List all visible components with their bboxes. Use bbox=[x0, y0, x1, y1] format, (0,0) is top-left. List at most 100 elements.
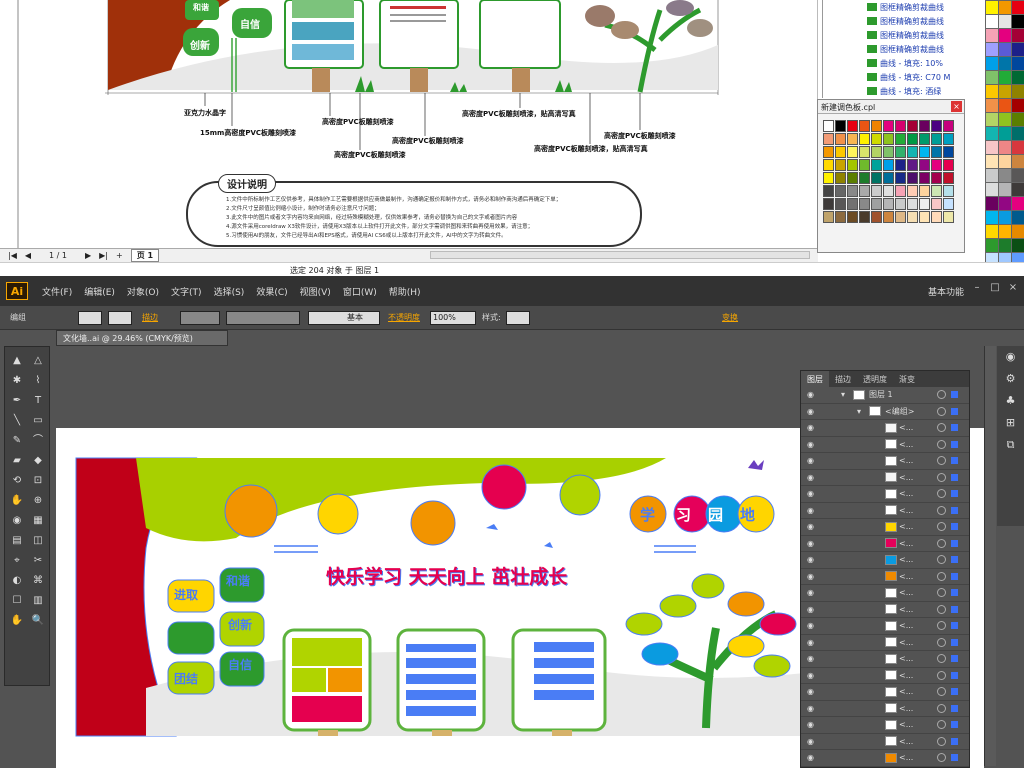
palette-swatch[interactable] bbox=[859, 185, 870, 197]
target-icon[interactable] bbox=[937, 604, 946, 614]
eye-icon[interactable]: ◉ bbox=[807, 522, 817, 531]
target-icon[interactable] bbox=[937, 571, 946, 581]
stroke-weight-field[interactable] bbox=[180, 311, 220, 325]
palette-swatch[interactable] bbox=[859, 172, 870, 184]
layer-item-row[interactable]: ◉ <... bbox=[801, 503, 969, 519]
next-page-button[interactable]: ▶ bbox=[85, 251, 91, 260]
palette-swatch[interactable] bbox=[919, 159, 930, 171]
layer-item-row[interactable]: ◉ <... bbox=[801, 750, 969, 767]
target-icon[interactable] bbox=[937, 720, 946, 730]
palette-swatch[interactable] bbox=[871, 159, 882, 171]
tool-button-19[interactable]: ◫ bbox=[28, 531, 48, 550]
color-swatch[interactable] bbox=[1012, 113, 1024, 126]
palette-swatch[interactable] bbox=[907, 120, 918, 132]
palette-swatch[interactable] bbox=[883, 146, 894, 158]
tool-button-22[interactable]: ◐ bbox=[7, 571, 27, 590]
fill-picker[interactable] bbox=[78, 311, 102, 325]
color-swatch[interactable] bbox=[1012, 211, 1024, 224]
tool-button-26[interactable]: ✋ bbox=[7, 611, 27, 630]
palette-swatch[interactable] bbox=[919, 211, 930, 223]
tool-button-8[interactable]: ✎ bbox=[7, 431, 27, 450]
selection-indicator[interactable] bbox=[951, 704, 958, 712]
palette-swatch[interactable] bbox=[883, 159, 894, 171]
target-icon[interactable] bbox=[937, 489, 946, 499]
brush-style-select[interactable]: 基本 bbox=[308, 311, 380, 325]
palette-swatch[interactable] bbox=[907, 172, 918, 184]
color-swatch[interactable] bbox=[999, 57, 1011, 70]
color-swatch[interactable] bbox=[999, 71, 1011, 84]
eye-icon[interactable]: ◉ bbox=[807, 671, 817, 680]
selection-indicator[interactable] bbox=[951, 440, 958, 448]
palette-swatch[interactable] bbox=[835, 159, 846, 171]
menu-file[interactable]: 文件(F) bbox=[36, 285, 78, 298]
layer-item-row[interactable]: ◉ <... bbox=[801, 552, 969, 569]
tool-button-4[interactable]: ✒ bbox=[7, 391, 27, 410]
graphic-style-picker[interactable] bbox=[506, 311, 530, 325]
tool-button-11[interactable]: ◆ bbox=[28, 451, 48, 470]
layer-item-row[interactable]: ◉ <... bbox=[801, 618, 969, 635]
object-row[interactable]: 图框精确剪裁曲线 bbox=[823, 42, 982, 56]
tool-button-17[interactable]: ▦ bbox=[28, 511, 48, 530]
eye-icon[interactable]: ◉ bbox=[807, 555, 817, 564]
color-swatch[interactable] bbox=[999, 99, 1011, 112]
object-row[interactable]: 曲线 - 填充: 10% bbox=[823, 56, 982, 70]
target-icon[interactable] bbox=[937, 439, 946, 449]
color-swatch[interactable] bbox=[1012, 15, 1024, 28]
palette-swatch[interactable] bbox=[943, 146, 954, 158]
layer-item-row[interactable]: ◉ <... bbox=[801, 486, 969, 503]
tool-button-0[interactable]: ▲ bbox=[7, 351, 27, 370]
expand-icon[interactable]: ▾ bbox=[841, 390, 845, 399]
color-swatch[interactable] bbox=[999, 169, 1011, 182]
color-swatch[interactable] bbox=[986, 57, 998, 70]
eye-icon[interactable]: ◉ bbox=[807, 440, 817, 449]
layer-item-row[interactable]: ◉ <... bbox=[801, 651, 969, 668]
object-row[interactable]: 图框精确剪裁曲线 bbox=[823, 14, 982, 28]
palette-swatch[interactable] bbox=[823, 185, 834, 197]
tool-button-27[interactable]: 🔍 bbox=[28, 611, 48, 630]
layer-item-row[interactable]: ◉ <... bbox=[801, 602, 969, 618]
selection-indicator[interactable] bbox=[951, 556, 958, 564]
palette-swatch[interactable] bbox=[835, 211, 846, 223]
color-swatch[interactable] bbox=[999, 141, 1011, 154]
palette-swatch[interactable] bbox=[931, 198, 942, 210]
palette-swatch[interactable] bbox=[883, 172, 894, 184]
palette-swatch[interactable] bbox=[931, 172, 942, 184]
color-swatch[interactable] bbox=[1012, 99, 1024, 112]
selection-indicator[interactable] bbox=[951, 424, 958, 432]
color-swatch[interactable] bbox=[1012, 127, 1024, 140]
palette-swatch[interactable] bbox=[859, 198, 870, 210]
palette-swatch[interactable] bbox=[907, 185, 918, 197]
palette-swatch[interactable] bbox=[919, 198, 930, 210]
selection-indicator[interactable] bbox=[951, 572, 958, 580]
color-swatch[interactable] bbox=[986, 113, 998, 126]
layer-item-row[interactable]: ◉ <... bbox=[801, 453, 969, 470]
palette-swatch[interactable] bbox=[823, 133, 834, 145]
palette-swatch[interactable] bbox=[823, 172, 834, 184]
target-icon[interactable] bbox=[937, 423, 946, 433]
menu-help[interactable]: 帮助(H) bbox=[383, 285, 427, 298]
object-row[interactable]: 图框精确剪裁曲线 bbox=[823, 28, 982, 42]
palette-swatch[interactable] bbox=[943, 120, 954, 132]
selection-indicator[interactable] bbox=[951, 391, 958, 399]
palette-swatch[interactable] bbox=[931, 185, 942, 197]
object-row[interactable]: 曲线 - 填充: 酒绿 bbox=[823, 84, 982, 98]
page-tab-1[interactable]: 页 1 bbox=[130, 249, 160, 262]
tool-button-14[interactable]: ✋ bbox=[7, 491, 27, 510]
dock-panel-icon-0[interactable]: ◉ bbox=[997, 346, 1024, 368]
palette-swatch[interactable] bbox=[931, 159, 942, 171]
palette-swatch[interactable] bbox=[895, 146, 906, 158]
color-swatch[interactable] bbox=[1012, 57, 1024, 70]
color-swatch[interactable] bbox=[986, 239, 998, 252]
selection-indicator[interactable] bbox=[951, 589, 958, 597]
palette-swatch[interactable] bbox=[895, 133, 906, 145]
color-swatch[interactable] bbox=[999, 113, 1011, 126]
selection-indicator[interactable] bbox=[951, 622, 958, 630]
color-swatch[interactable] bbox=[986, 169, 998, 182]
palette-swatch[interactable] bbox=[907, 146, 918, 158]
palette-swatch[interactable] bbox=[919, 172, 930, 184]
eye-icon[interactable]: ◉ bbox=[807, 638, 817, 647]
palette-swatch[interactable] bbox=[907, 211, 918, 223]
eye-icon[interactable]: ◉ bbox=[807, 539, 817, 548]
target-icon[interactable] bbox=[937, 621, 946, 631]
tool-button-15[interactable]: ⊕ bbox=[28, 491, 48, 510]
